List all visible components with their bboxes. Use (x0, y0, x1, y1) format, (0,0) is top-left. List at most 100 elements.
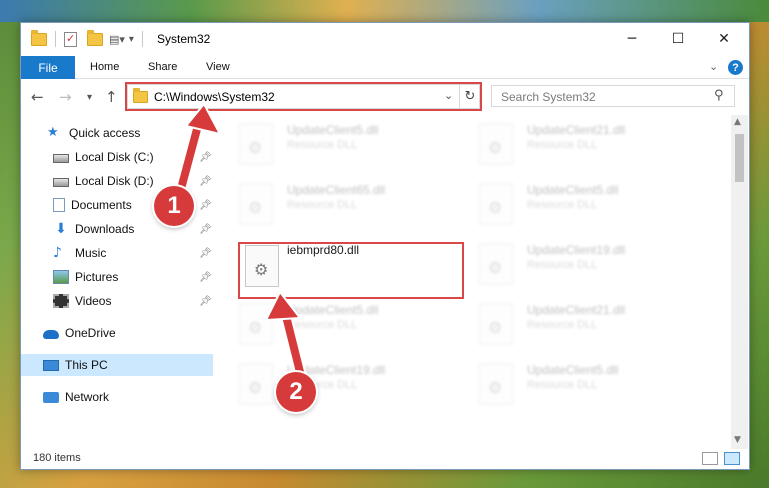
list-item[interactable]: ⚙ UpdateClient5.dll Resource DLL (221, 295, 451, 351)
sidebar-item-label: OneDrive (65, 326, 116, 340)
network-icon (43, 391, 59, 403)
step-badge-1: 1 (154, 186, 194, 226)
tab-home[interactable]: Home (90, 61, 119, 73)
scroll-up-icon[interactable]: ▲ (734, 117, 741, 127)
sidebar-item-network[interactable]: Network (21, 386, 213, 408)
file-name: UpdateClient5.dll (287, 123, 379, 137)
up-arrow-icon[interactable]: ↑ (105, 88, 118, 106)
sidebar-item-videos[interactable]: Videos 📌︎ (21, 290, 213, 312)
forward-arrow-icon[interactable]: → (59, 88, 72, 106)
file-name: UpdateClient19.dll (527, 243, 626, 257)
file-type: Resource DLL (527, 259, 598, 271)
file-type: Resource DLL (527, 199, 598, 211)
minimize-button[interactable]: ─ (609, 23, 655, 55)
file-type: Resource DLL (287, 139, 358, 151)
toolbar-divider (55, 31, 56, 47)
dll-file-icon: ⚙ (479, 363, 513, 405)
sidebar-item-pictures[interactable]: Pictures 📌︎ (21, 266, 213, 288)
list-item[interactable]: ⚙ UpdateClient21.dll Resource DLL (461, 295, 691, 351)
sidebar-item-label: Local Disk (C:) (75, 150, 154, 164)
address-row: ← → ▾ ↑ C:\Windows\System32 ⌄ ↻ Search S… (21, 80, 749, 114)
disk-icon (53, 178, 69, 187)
list-item[interactable]: ⚙ UpdateClient5.dll Resource DLL (461, 175, 691, 231)
scrollbar-thumb[interactable] (735, 134, 744, 182)
list-item[interactable]: ⚙ UpdateClient5.dll Resource DLL (221, 115, 451, 171)
videos-icon (53, 294, 69, 308)
close-button[interactable]: ✕ (701, 23, 747, 55)
tab-file[interactable]: File (21, 56, 75, 79)
search-input[interactable]: Search System32 (501, 90, 596, 104)
disk-icon (53, 154, 69, 163)
customize-toolbar-icon[interactable]: ▤▾ (109, 33, 125, 46)
ribbon-tabs: File Home Share View ⌄ ? (21, 55, 749, 79)
window-title: System32 (157, 32, 211, 46)
toolbar-dropdown-icon[interactable]: ▾ (129, 34, 134, 45)
dll-file-icon: ⚙ (239, 123, 273, 165)
file-name: UpdateClient21.dll (527, 303, 626, 317)
star-icon: ★ (47, 125, 59, 140)
this-pc-icon (43, 359, 59, 371)
tab-view[interactable]: View (206, 61, 230, 73)
sidebar-item-label: Downloads (75, 222, 135, 236)
new-folder-icon[interactable] (87, 29, 103, 46)
large-icons-view-icon[interactable] (724, 452, 740, 465)
file-type: Resource DLL (527, 319, 598, 331)
list-item[interactable]: ⚙ UpdateClient65.dll Resource DLL (221, 175, 451, 231)
title-bar: ▤▾ ▾ System32 ─ ☐ ✕ (21, 23, 749, 55)
onedrive-icon (43, 330, 59, 339)
sidebar-item-label: Videos (75, 294, 112, 308)
music-icon: ♪ (53, 245, 62, 261)
file-name: UpdateClient5.dll (527, 363, 619, 377)
dll-file-icon: ⚙ (239, 183, 273, 225)
sidebar-item-label: Network (65, 390, 110, 404)
pin-icon: 📌︎ (199, 271, 212, 283)
search-box[interactable]: Search System32 ⚲ (491, 85, 735, 107)
dll-file-icon: ⚙ (479, 183, 513, 225)
file-name: UpdateClient5.dll (527, 183, 619, 197)
pin-icon: 📌︎ (199, 247, 212, 259)
list-item[interactable]: ⚙ UpdateClient19.dll Resource DLL (221, 355, 451, 411)
details-view-icon[interactable] (702, 452, 718, 465)
step-badge-2: 2 (276, 372, 316, 412)
sidebar-item-onedrive[interactable]: OneDrive (21, 322, 213, 344)
pin-icon: 📌︎ (199, 295, 212, 307)
sidebar-item-label: Documents (71, 198, 132, 212)
search-icon[interactable]: ⚲ (714, 88, 724, 103)
file-type: Resource DLL (527, 379, 598, 391)
item-count: 180 items (33, 452, 81, 464)
maximize-button[interactable]: ☐ (655, 23, 701, 55)
sidebar-item-this-pc[interactable]: This PC (21, 354, 213, 376)
dll-file-icon: ⚙ (479, 123, 513, 165)
documents-icon (53, 198, 65, 212)
help-icon[interactable]: ? (728, 60, 743, 75)
sidebar-item-label: This PC (65, 358, 108, 372)
toolbar-divider (141, 31, 143, 47)
sidebar-item-music[interactable]: ♪ Music 📌︎ (21, 242, 213, 264)
properties-icon[interactable] (64, 31, 77, 47)
list-item[interactable]: ⚙ UpdateClient5.dll Resource DLL (461, 355, 691, 411)
back-arrow-icon[interactable]: ← (31, 88, 44, 106)
file-explorer-window: ▤▾ ▾ System32 ─ ☐ ✕ File Home Share View… (20, 22, 750, 470)
sidebar-item-label: Music (75, 246, 107, 260)
sidebar-item-label: Quick access (69, 126, 141, 140)
vertical-scrollbar[interactable]: ▲ ▼ (731, 115, 748, 449)
file-name: UpdateClient65.dll (287, 183, 386, 197)
status-bar: 180 items (21, 449, 749, 469)
recent-locations-icon[interactable]: ▾ (87, 92, 92, 103)
dll-file-icon: ⚙ (479, 303, 513, 345)
pictures-icon (53, 270, 69, 284)
sidebar-item-label: Pictures (75, 270, 119, 284)
dll-file-icon: ⚙ (479, 243, 513, 285)
chevron-down-icon[interactable]: ⌄ (709, 60, 718, 73)
tab-share[interactable]: Share (148, 61, 177, 73)
file-type: Resource DLL (287, 199, 358, 211)
file-type: Resource DLL (527, 139, 598, 151)
list-item[interactable]: ⚙ UpdateClient21.dll Resource DLL (461, 115, 691, 171)
quick-access-toolbar: ▤▾ ▾ (31, 29, 143, 47)
scroll-down-icon[interactable]: ▼ (734, 435, 741, 445)
list-item[interactable]: ⚙ UpdateClient19.dll Resource DLL (461, 235, 691, 291)
file-name: UpdateClient21.dll (527, 123, 626, 137)
sidebar-item-label: Local Disk (D:) (75, 174, 154, 188)
pin-icon: 📌︎ (199, 223, 212, 235)
folder-icon[interactable] (31, 29, 47, 46)
